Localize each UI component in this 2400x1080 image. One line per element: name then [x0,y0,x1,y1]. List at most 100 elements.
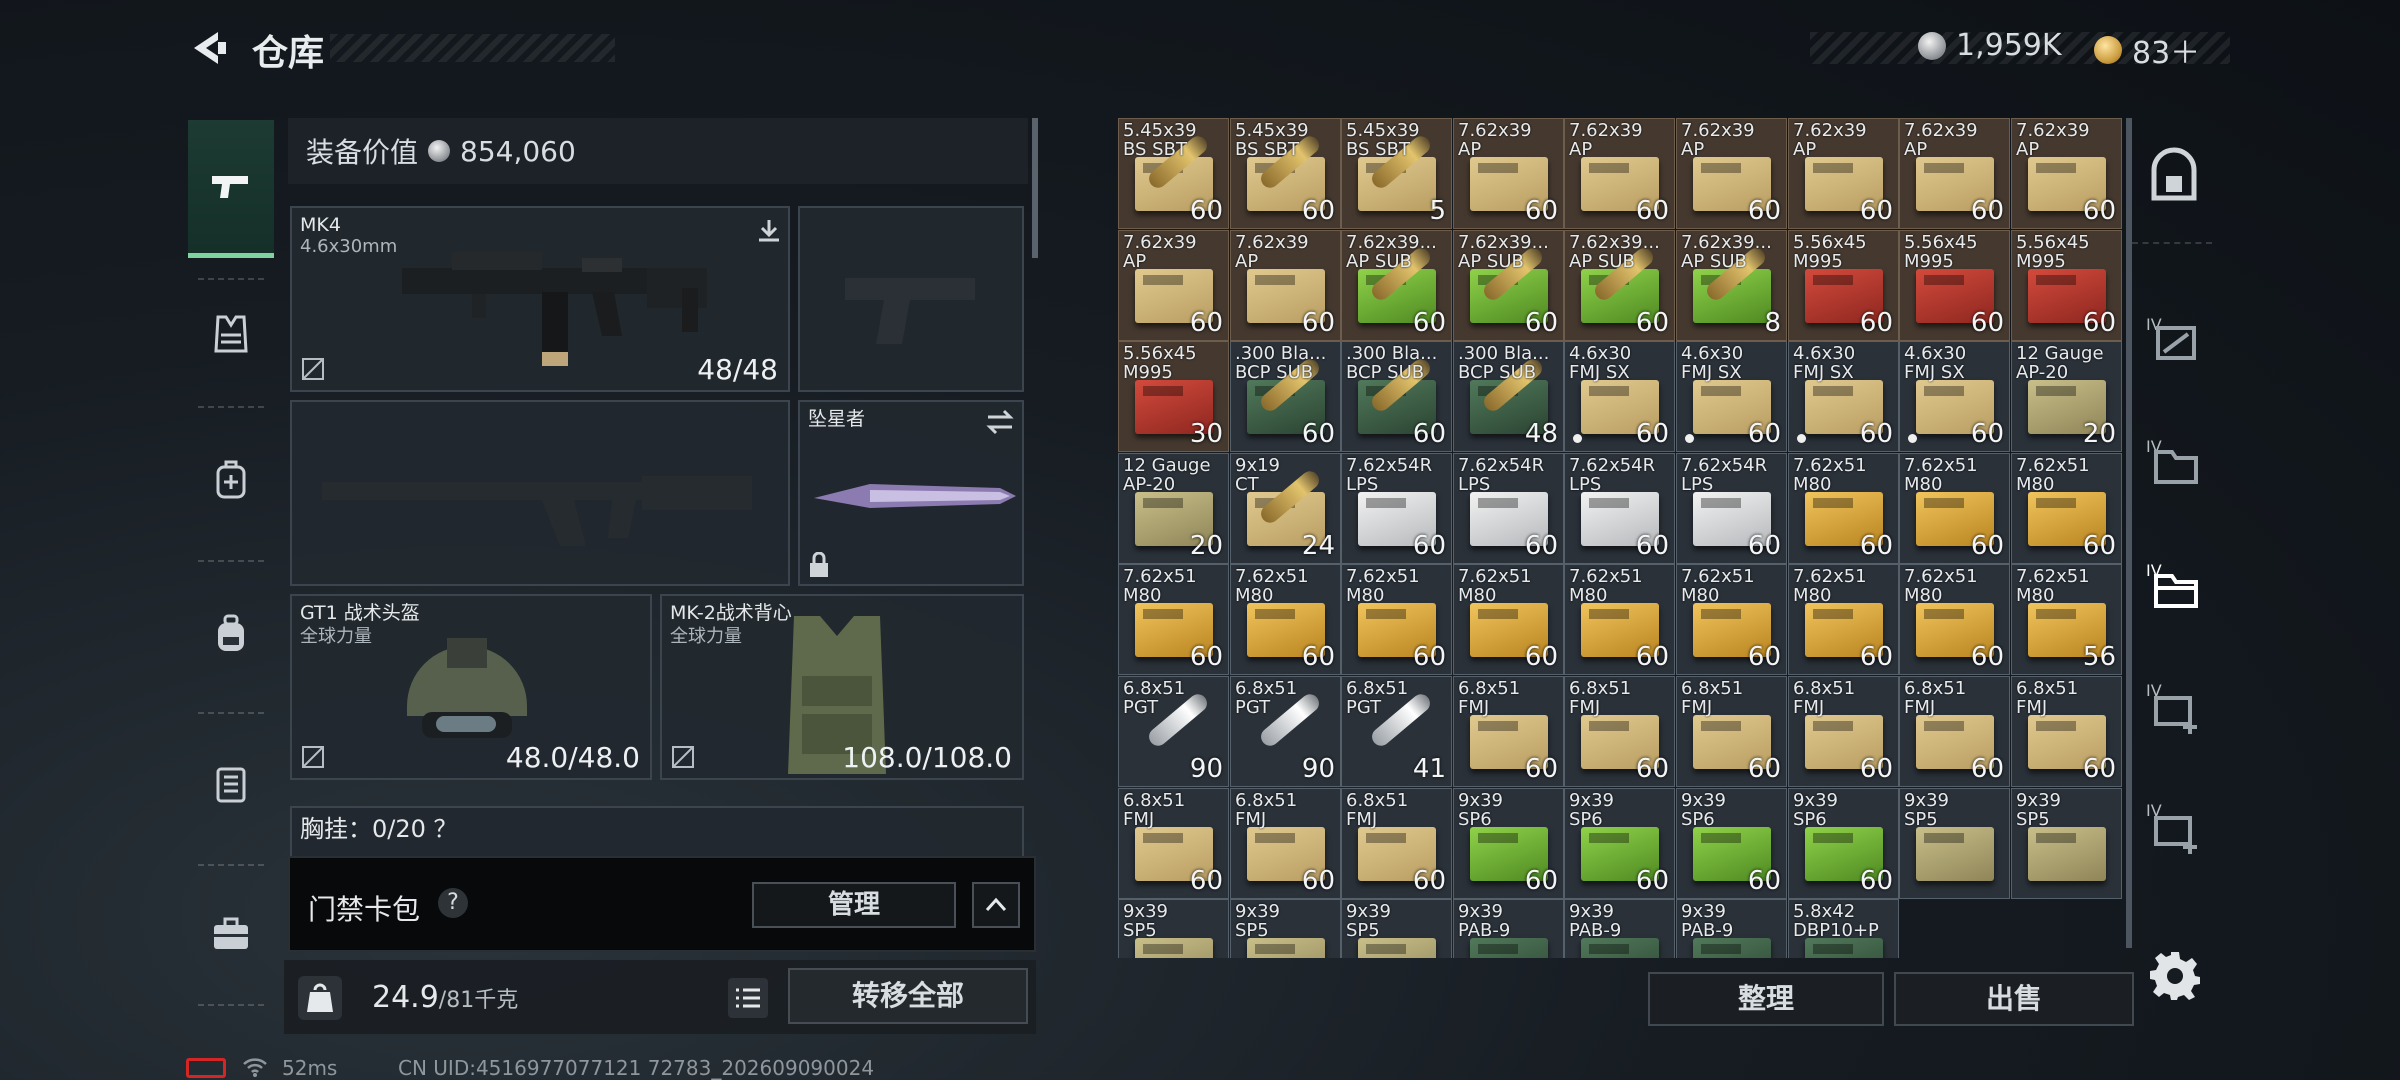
inventory-item[interactable]: 7.62x39... AP SUB 8 [1676,230,1787,341]
collapse-button[interactable] [972,882,1020,928]
inventory-item[interactable]: 7.62x51 M80 60 [1899,453,2010,564]
inventory-item[interactable]: 5.56x45 M995 60 [1788,230,1899,341]
inventory-item[interactable]: 6.8x51 PGT 90 [1230,676,1341,787]
helmet-slot[interactable]: GT1 战术头盔 全球力量 48.0/48.0 [290,594,652,780]
inventory-item[interactable]: 6.8x51 FMJ 60 [2011,676,2122,787]
inventory-item[interactable]: 5.56x45 M995 60 [1899,230,2010,341]
inventory-item[interactable]: .300 Bla... BCP SUB 60 [1341,341,1452,452]
inventory-item[interactable]: 7.62x39... AP SUB 60 [1341,230,1452,341]
inventory-item[interactable]: 4.6x30 FMJ SX 60 [1564,341,1675,452]
inventory-item[interactable]: 5.56x45 M995 60 [2011,230,2122,341]
settings-gear-icon[interactable] [2150,950,2200,1000]
armor-slot[interactable]: MK-2战术背心 全球力量 108.0/108.0 [660,594,1024,780]
inventory-item[interactable]: 9x39 SP5 [1230,899,1341,958]
inventory-item[interactable]: 6.8x51 FMJ 60 [1230,788,1341,899]
inventory-item[interactable]: 9x39 PAB-9 [1453,899,1564,958]
inventory-item[interactable]: 6.8x51 PGT 90 [1118,676,1229,787]
inventory-item[interactable]: 7.62x39 AP 60 [2011,118,2122,229]
inventory-item[interactable]: 9x39 SP5 [1118,899,1229,958]
inventory-item[interactable]: 7.62x51 M80 60 [2011,453,2122,564]
inventory-item[interactable]: 7.62x51 M80 60 [1453,564,1564,675]
gold-currency[interactable]: 83＋ [2094,28,2200,72]
inventory-item[interactable]: 7.62x39... AP SUB 60 [1453,230,1564,341]
inventory-item[interactable]: 9x19 CT 24 [1230,453,1341,564]
sell-button[interactable]: 出售 [1894,972,2134,1026]
inventory-item[interactable]: 9x39 SP5 [1341,899,1452,958]
nav-case[interactable] [188,886,274,982]
transfer-all-button[interactable]: 转移全部 [788,968,1028,1024]
inventory-item[interactable]: 7.62x51 M80 56 [2011,564,2122,675]
chest-rig-slot[interactable]: 胸挂：0/20 ？ [290,806,1024,858]
tier-4-folder-selected-icon[interactable]: IV [2144,556,2204,616]
swap-icon[interactable] [984,408,1016,436]
tier-4-container-icon[interactable]: IV [2144,310,2204,370]
inventory-item[interactable]: 9x39 PAB-9 [1676,899,1787,958]
nav-vest[interactable] [188,286,274,382]
inventory-item[interactable]: 5.8x42 DBP10+P [1788,899,1899,958]
inventory-item[interactable]: 7.62x54R LPS 60 [1676,453,1787,564]
inventory-item[interactable]: 5.56x45 M995 30 [1118,341,1229,452]
inventory-item[interactable]: 7.62x51 M80 60 [1899,564,2010,675]
inventory-item[interactable]: 6.8x51 PGT 41 [1341,676,1452,787]
nav-weapons[interactable] [188,120,274,258]
inventory-item[interactable]: 6.8x51 FMJ 60 [1564,676,1675,787]
inventory-item[interactable]: 9x39 SP5 [1899,788,2010,899]
back-arrow-icon[interactable] [188,28,228,68]
inventory-item[interactable]: 7.62x51 M80 60 [1118,564,1229,675]
inventory-item[interactable]: 7.62x39 AP 60 [1118,230,1229,341]
inventory-item[interactable]: 5.45x39 BS SBT 5 [1341,118,1452,229]
inventory-item[interactable]: 7.62x54R LPS 60 [1453,453,1564,564]
inventory-item[interactable]: 6.8x51 FMJ 60 [1453,676,1564,787]
tier-4-medkit-icon[interactable]: IV [2144,796,2204,856]
inventory-item[interactable]: 9x39 SP6 60 [1676,788,1787,899]
pistol-slot[interactable] [798,206,1024,392]
inventory-item[interactable]: 7.62x39 AP 60 [1453,118,1564,229]
equipment-scrollbar[interactable] [1032,118,1038,258]
inventory-item[interactable]: 9x39 SP6 60 [1788,788,1899,899]
primary-weapon-slot[interactable]: MK4 4.6x30mm 48/48 [290,206,790,392]
secondary-weapon-slot[interactable] [290,400,790,586]
manage-button[interactable]: 管理 [752,882,956,928]
inventory-item[interactable]: 7.62x51 M80 60 [1341,564,1452,675]
tier-4-folder-icon[interactable]: IV [2144,432,2204,492]
inventory-item[interactable]: 7.62x39 AP 60 [1788,118,1899,229]
inventory-item[interactable]: 7.62x51 M80 60 [1564,564,1675,675]
inventory-item[interactable]: 6.8x51 FMJ 60 [1788,676,1899,787]
inventory-item[interactable]: 6.8x51 FMJ 60 [1899,676,2010,787]
inventory-item[interactable]: 7.62x39... AP SUB 60 [1564,230,1675,341]
melee-slot[interactable]: 坠星者 [798,400,1024,586]
nav-backpack[interactable] [188,586,274,682]
inventory-item[interactable]: .300 Bla... BCP SUB 48 [1453,341,1564,452]
inventory-item[interactable]: 6.8x51 FMJ 60 [1118,788,1229,899]
inventory-item[interactable]: 7.62x39 AP 60 [1230,230,1341,341]
help-icon[interactable]: ? [438,888,468,918]
inventory-item[interactable]: .300 Bla... BCP SUB 60 [1230,341,1341,452]
inventory-item[interactable]: 7.62x39 AP 60 [1676,118,1787,229]
inventory-item[interactable]: 6.8x51 FMJ 60 [1341,788,1452,899]
safe-box-icon[interactable] [2144,146,2204,206]
list-view-button[interactable] [728,978,768,1018]
sort-button[interactable]: 整理 [1648,972,1884,1026]
nav-container[interactable] [188,736,274,832]
inventory-item[interactable]: 9x39 SP6 60 [1453,788,1564,899]
inventory-item[interactable]: 9x39 SP5 [2011,788,2122,899]
inventory-item[interactable]: 9x39 PAB-9 [1564,899,1675,958]
inventory-item[interactable]: 7.62x51 M80 60 [1788,564,1899,675]
tier-4-medkit-icon[interactable]: IV [2144,676,2204,736]
inventory-item[interactable]: 7.62x51 M80 60 [1788,453,1899,564]
inventory-item[interactable]: 4.6x30 FMJ SX 60 [1899,341,2010,452]
inventory-item[interactable]: 12 Gauge AP-20 20 [2011,341,2122,452]
nav-medical-backpack[interactable] [188,432,274,528]
inventory-item[interactable]: 4.6x30 FMJ SX 60 [1676,341,1787,452]
inventory-item[interactable]: 12 Gauge AP-20 20 [1118,453,1229,564]
inventory-item[interactable]: 4.6x30 FMJ SX 60 [1788,341,1899,452]
inventory-item[interactable]: 7.62x54R LPS 60 [1341,453,1452,564]
inventory-item[interactable]: 7.62x51 M80 60 [1676,564,1787,675]
inventory-item[interactable]: 7.62x39 AP 60 [1564,118,1675,229]
inventory-item[interactable]: 7.62x54R LPS 60 [1564,453,1675,564]
inventory-item[interactable]: 7.62x51 M80 60 [1230,564,1341,675]
inventory-item[interactable]: 9x39 SP6 60 [1564,788,1675,899]
download-icon[interactable] [754,216,784,246]
inventory-item[interactable]: 6.8x51 FMJ 60 [1676,676,1787,787]
inventory-item[interactable]: 5.45x39 BS SBT 60 [1118,118,1229,229]
